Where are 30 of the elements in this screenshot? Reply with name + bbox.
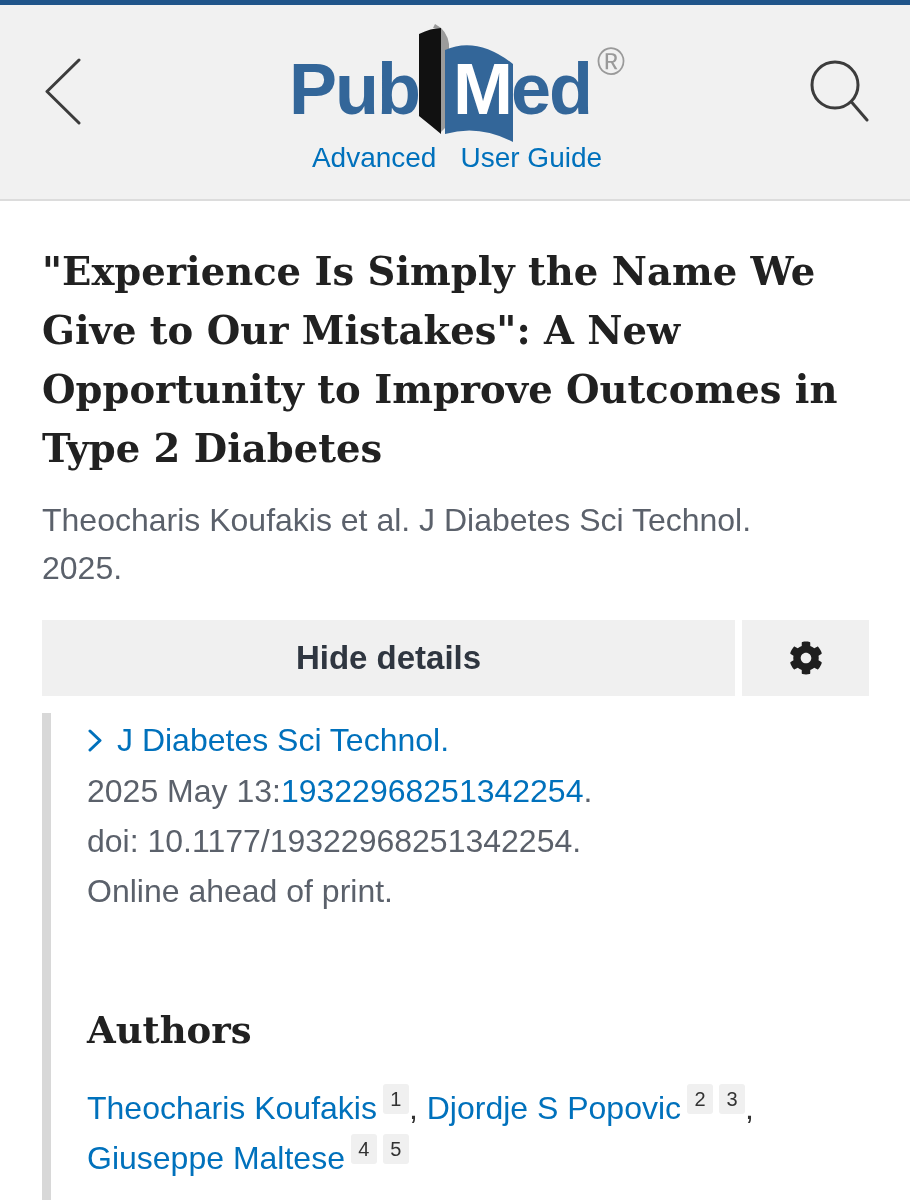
settings-button[interactable] xyxy=(742,620,869,696)
journal-link[interactable]: J Diabetes Sci Technol. xyxy=(87,715,450,765)
article-byline: Theocharis Koufakis et al. J Diabetes Sci Technol. 2025. xyxy=(42,501,753,588)
author-link[interactable]: Djordje S Popovic xyxy=(426,1089,682,1126)
affiliation-badge[interactable]: 1 xyxy=(382,1083,409,1114)
publication-status-text: Online ahead of print. xyxy=(87,871,394,911)
affiliation-badge[interactable]: 3 xyxy=(719,1083,746,1114)
affiliation-badge[interactable]: 2 xyxy=(687,1083,714,1114)
separator-text: , xyxy=(745,1089,754,1126)
separator-text: , xyxy=(408,1089,418,1126)
search-button[interactable] xyxy=(810,60,869,122)
logo-text: Pub xyxy=(289,53,419,125)
citation-text: 2025 May 13:19322968251342254. xyxy=(87,771,594,811)
author-link[interactable]: Giuseppe Maltese xyxy=(87,1139,345,1176)
doi-text: doi: 10.1177/19322968251342254. xyxy=(87,821,583,861)
article-id-link[interactable]: 19322968251342254 xyxy=(280,772,584,809)
author-link[interactable]: Theocharis Koufakis xyxy=(87,1089,377,1126)
search-icon xyxy=(810,60,869,122)
article-title: "Experience Is Simply the Name We Give to Our Mistakes": A New Opportunity to Improve Outcomes in Type 2 Diabetes xyxy=(42,248,839,473)
authors-heading: Authors xyxy=(87,1006,253,1054)
chevron-left-icon xyxy=(45,58,81,125)
affiliation-badge[interactable]: 4 xyxy=(350,1133,377,1164)
chevron-right-icon xyxy=(87,728,103,752)
back-button[interactable] xyxy=(45,58,81,125)
header-link[interactable]: User Guide xyxy=(460,141,603,175)
settings-icon xyxy=(788,641,823,675)
hide-details-button[interactable]: Hide details xyxy=(42,620,735,696)
header-link[interactable]: Advanced xyxy=(311,141,437,175)
registered-mark: ® xyxy=(597,43,625,81)
affiliation-badge[interactable]: 5 xyxy=(382,1133,409,1164)
